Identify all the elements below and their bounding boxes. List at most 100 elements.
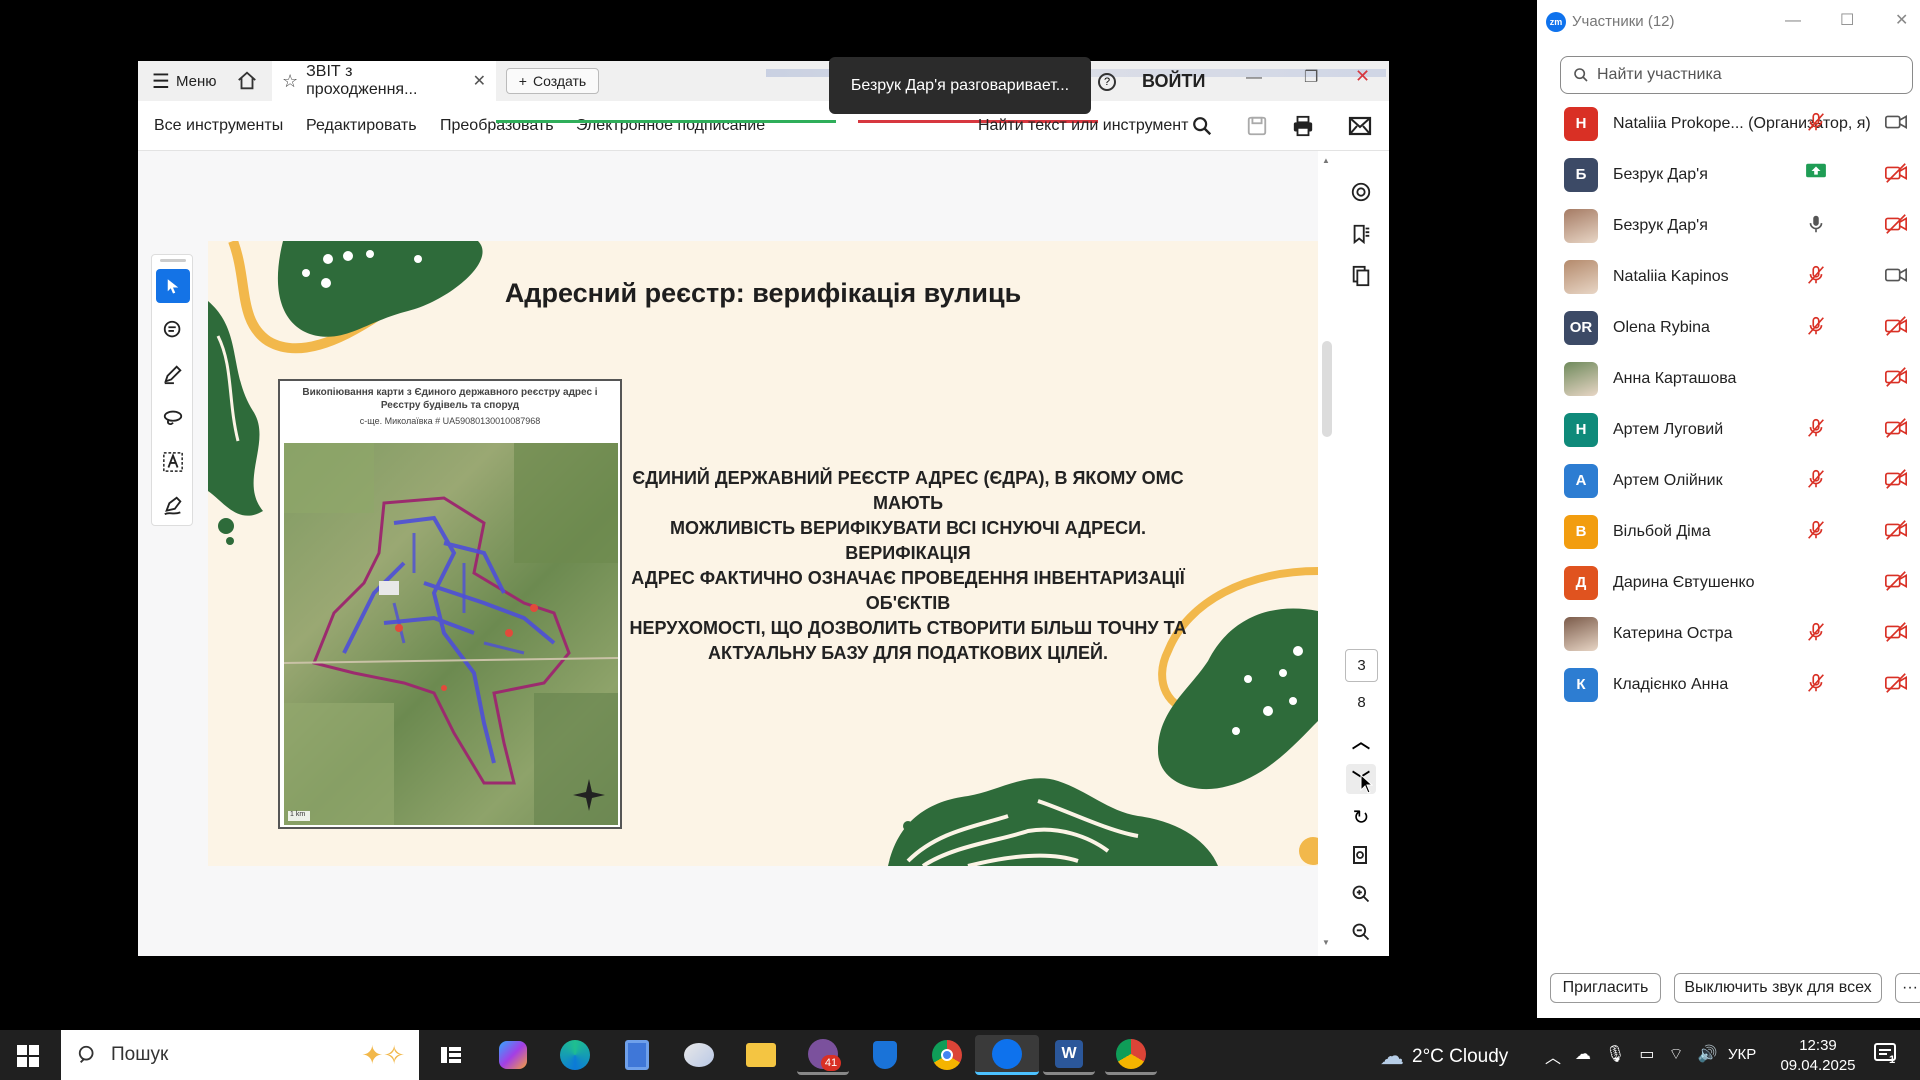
chrome-profile-app[interactable] bbox=[1105, 1035, 1157, 1075]
minimize-icon[interactable]: — bbox=[1785, 12, 1801, 30]
text-tool[interactable] bbox=[156, 445, 190, 479]
page-display-button[interactable] bbox=[1346, 841, 1376, 871]
scroll-thumb[interactable] bbox=[1322, 341, 1332, 437]
vertical-scrollbar[interactable]: ▲ ▼ bbox=[1321, 156, 1333, 951]
mic-muted-icon[interactable] bbox=[1805, 315, 1829, 339]
rotate-button[interactable]: ↻ bbox=[1346, 802, 1376, 832]
comment-tool[interactable] bbox=[156, 313, 190, 347]
select-tool[interactable] bbox=[156, 269, 190, 303]
mic-muted-icon[interactable] bbox=[1805, 111, 1829, 135]
participant-row[interactable]: А Артем Олійник bbox=[1537, 455, 1920, 506]
screen-share-icon[interactable] bbox=[1805, 162, 1829, 186]
print-icon[interactable] bbox=[1291, 115, 1315, 137]
pages-button[interactable] bbox=[1346, 261, 1376, 291]
video-off-icon[interactable] bbox=[1884, 519, 1908, 543]
weather-widget[interactable]: ☁ 2°C Cloudy bbox=[1380, 1042, 1508, 1071]
video-off-icon[interactable] bbox=[1884, 621, 1908, 645]
close-window-icon[interactable]: ✕ bbox=[1355, 66, 1370, 87]
minimize-icon[interactable]: — bbox=[1246, 69, 1262, 87]
document-viewport[interactable]: Адресний реєстр: верифікація вулиць Вико… bbox=[138, 151, 1318, 956]
paint-app[interactable] bbox=[673, 1035, 725, 1075]
file-explorer-app[interactable] bbox=[735, 1035, 787, 1075]
video-off-icon[interactable] bbox=[1884, 570, 1908, 594]
participant-row[interactable]: OR Olena Rybina bbox=[1537, 302, 1920, 353]
battery-icon[interactable]: ▭ bbox=[1639, 1044, 1654, 1068]
taskview-button[interactable] bbox=[425, 1035, 477, 1075]
participant-row[interactable]: К Кладієнко Анна bbox=[1537, 659, 1920, 710]
ai-assistant-button[interactable] bbox=[1346, 177, 1376, 207]
edge-app[interactable] bbox=[549, 1035, 601, 1075]
save-icon[interactable] bbox=[1246, 115, 1268, 137]
viber-app[interactable]: 41 bbox=[797, 1035, 849, 1075]
video-icon[interactable] bbox=[1884, 264, 1908, 288]
scroll-down-arrow[interactable]: ▼ bbox=[1322, 938, 1330, 947]
menu-all-tools[interactable]: Все инструменты bbox=[154, 117, 283, 135]
mic-muted-icon[interactable] bbox=[1805, 468, 1829, 492]
participant-search-input[interactable]: Найти участника bbox=[1560, 56, 1913, 94]
video-icon[interactable] bbox=[1884, 111, 1908, 135]
previous-page-button[interactable]: ︿ bbox=[1346, 726, 1376, 756]
mic-muted-icon[interactable] bbox=[1805, 672, 1829, 696]
sign-tool[interactable] bbox=[156, 489, 190, 523]
invite-button[interactable]: Пригласить bbox=[1550, 973, 1661, 1003]
video-off-icon[interactable] bbox=[1884, 315, 1908, 339]
participant-row[interactable]: Безрук Дар'я bbox=[1537, 200, 1920, 251]
star-icon[interactable]: ☆ bbox=[282, 71, 298, 92]
maximize-icon[interactable]: ☐ bbox=[1840, 10, 1854, 30]
onedrive-icon[interactable]: ☁ bbox=[1575, 1044, 1591, 1068]
zoom-out-button[interactable] bbox=[1346, 917, 1376, 947]
mic-muted-icon[interactable] bbox=[1805, 621, 1829, 645]
search-icon[interactable] bbox=[1191, 115, 1213, 137]
page-number-input[interactable]: 3 bbox=[1345, 649, 1378, 682]
video-off-icon[interactable] bbox=[1884, 468, 1908, 492]
maximize-icon[interactable]: ❐ bbox=[1304, 67, 1318, 87]
copilot-app[interactable] bbox=[487, 1035, 539, 1075]
draw-tool[interactable] bbox=[156, 401, 190, 435]
scroll-up-arrow[interactable]: ▲ bbox=[1322, 156, 1330, 165]
menu-button[interactable]: ☰ Меню bbox=[152, 67, 216, 95]
video-off-icon[interactable] bbox=[1884, 366, 1908, 390]
highlight-tool[interactable] bbox=[156, 357, 190, 391]
microphone-icon[interactable]: 🎙 bbox=[1605, 1044, 1625, 1068]
mic-muted-icon[interactable] bbox=[1805, 417, 1829, 441]
taskbar-search[interactable]: Пошук ✦✧ bbox=[61, 1030, 419, 1080]
participant-row[interactable]: Н Nataliia Prokope... (Организатор, я) bbox=[1537, 98, 1920, 149]
chrome-app[interactable] bbox=[921, 1035, 973, 1075]
help-icon[interactable]: ? bbox=[1098, 73, 1116, 91]
find-text-tool[interactable]: Найти текст или инструмент bbox=[978, 117, 1188, 135]
speaker-icon[interactable]: 🔊 bbox=[1698, 1044, 1718, 1068]
chevron-up-icon[interactable]: ︿ bbox=[1545, 1044, 1561, 1068]
video-off-icon[interactable] bbox=[1884, 672, 1908, 696]
participant-row[interactable]: Nataliia Kapinos bbox=[1537, 251, 1920, 302]
defender-app[interactable] bbox=[859, 1035, 911, 1075]
mic-muted-icon[interactable] bbox=[1805, 264, 1829, 288]
more-options-button[interactable]: ··· bbox=[1895, 973, 1920, 1003]
close-tab-icon[interactable]: ✕ bbox=[473, 71, 486, 91]
menu-edit[interactable]: Редактировать bbox=[306, 117, 417, 135]
video-off-icon[interactable] bbox=[1884, 213, 1908, 237]
participant-row[interactable]: Катерина Остра bbox=[1537, 608, 1920, 659]
mic-muted-icon[interactable] bbox=[1805, 519, 1829, 543]
mute-all-button[interactable]: Выключить звук для всех bbox=[1674, 973, 1882, 1003]
participant-row[interactable]: В Вільбой Діма bbox=[1537, 506, 1920, 557]
notification-center-button[interactable]: 1 bbox=[1873, 1042, 1901, 1068]
zoom-in-button[interactable] bbox=[1346, 879, 1376, 909]
start-button[interactable] bbox=[17, 1045, 39, 1067]
calculator-app[interactable] bbox=[611, 1035, 663, 1075]
language-indicator[interactable]: УКР bbox=[1728, 1046, 1756, 1063]
next-page-button[interactable]: ﹀ bbox=[1346, 764, 1376, 794]
bookmarks-button[interactable] bbox=[1346, 219, 1376, 249]
toolbar-drag-handle[interactable] bbox=[160, 259, 186, 262]
participant-row[interactable]: Анна Карташова bbox=[1537, 353, 1920, 404]
participant-row[interactable]: Б Безрук Дар'я bbox=[1537, 149, 1920, 200]
zoom-app[interactable] bbox=[975, 1035, 1039, 1075]
close-icon[interactable]: ✕ bbox=[1895, 10, 1908, 30]
home-button[interactable] bbox=[236, 67, 258, 95]
login-button[interactable]: ВОЙТИ bbox=[1142, 71, 1205, 92]
video-off-icon[interactable] bbox=[1884, 162, 1908, 186]
wifi-icon[interactable]: ⌔ bbox=[1668, 1044, 1683, 1068]
mic-icon[interactable] bbox=[1805, 213, 1829, 237]
clock[interactable]: 12:39 09.04.2025 bbox=[1772, 1036, 1864, 1076]
document-tab[interactable]: ☆ ЗВІТ з проходження... ✕ bbox=[272, 61, 496, 101]
video-off-icon[interactable] bbox=[1884, 417, 1908, 441]
